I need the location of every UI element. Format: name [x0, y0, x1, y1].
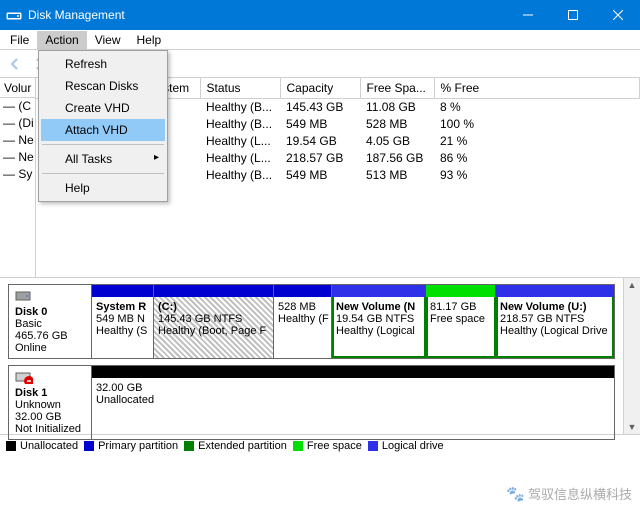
- legend-extended: Extended partition: [184, 440, 287, 452]
- menu-rescan-disks[interactable]: Rescan Disks: [41, 75, 165, 97]
- action-menu-dropdown: Refresh Rescan Disks Create VHD Attach V…: [38, 50, 168, 202]
- disk-row: Disk 1Unknown32.00 GBNot Initialized32.0…: [8, 365, 615, 440]
- partition-color-bar: [274, 285, 331, 297]
- legend-unallocated: Unallocated: [6, 440, 78, 452]
- menu-separator: [42, 144, 164, 145]
- menu-create-vhd[interactable]: Create VHD: [41, 97, 165, 119]
- partition-container: 32.00 GBUnallocated: [92, 366, 614, 439]
- volume-row-name[interactable]: — Ne: [0, 149, 35, 166]
- partition-color-bar: [332, 285, 425, 297]
- partition-color-bar: [92, 285, 153, 297]
- back-button: [4, 53, 26, 75]
- disk-row: Disk 0Basic465.76 GBOnlineSystem R549 MB…: [8, 284, 615, 359]
- legend-primary: Primary partition: [84, 440, 178, 452]
- partition-color-bar: [426, 285, 495, 297]
- partition[interactable]: System R549 MB NHealthy (S: [92, 285, 154, 358]
- partition-color-bar: [92, 366, 614, 378]
- menu-help[interactable]: Help: [41, 177, 165, 199]
- menu-action[interactable]: Action: [37, 31, 86, 49]
- minimize-button[interactable]: [505, 0, 550, 30]
- disk-icon: [15, 370, 33, 384]
- menu-bar: File Action View Help: [0, 30, 640, 50]
- partition[interactable]: 528 MBHealthy (F: [274, 285, 332, 358]
- scroll-up-icon[interactable]: ▲: [626, 278, 639, 292]
- partition[interactable]: 32.00 GBUnallocated: [92, 366, 614, 439]
- col-volume[interactable]: Volur: [0, 78, 35, 98]
- partition-color-bar: [154, 285, 273, 297]
- disk-graphical-pane: Disk 0Basic465.76 GBOnlineSystem R549 MB…: [0, 278, 623, 458]
- legend-logical: Logical drive: [368, 440, 444, 452]
- col-capacity[interactable]: Capacity: [280, 78, 360, 98]
- title-bar: Disk Management: [0, 0, 640, 30]
- partition-container: System R549 MB NHealthy (S(C:)145.43 GB …: [92, 285, 614, 358]
- menu-file[interactable]: File: [2, 31, 37, 49]
- legend-free: Free space: [293, 440, 362, 452]
- volume-name-column: Volur — (C— (Di— Ne— Ne— Sy: [0, 78, 36, 277]
- volume-row-name[interactable]: — (C: [0, 98, 35, 115]
- menu-refresh[interactable]: Refresh: [41, 53, 165, 75]
- close-button[interactable]: [595, 0, 640, 30]
- window-title: Disk Management: [28, 8, 505, 22]
- partition[interactable]: New Volume (U:)218.57 GB NTFSHealthy (Lo…: [496, 285, 614, 358]
- menu-help[interactable]: Help: [129, 31, 170, 49]
- volume-row-name[interactable]: — (Di: [0, 115, 35, 132]
- scrollbar[interactable]: ▲ ▼: [623, 278, 640, 434]
- menu-view[interactable]: View: [87, 31, 129, 49]
- menu-all-tasks[interactable]: All Tasks: [41, 148, 165, 170]
- disk-icon: [15, 289, 33, 303]
- partition[interactable]: (C:)145.43 GB NTFSHealthy (Boot, Page F: [154, 285, 274, 358]
- col-freespace[interactable]: Free Spa...: [360, 78, 434, 98]
- maximize-button[interactable]: [550, 0, 595, 30]
- paw-icon: 🐾: [506, 485, 525, 503]
- volume-row-name[interactable]: — Ne: [0, 132, 35, 149]
- disk-label[interactable]: Disk 1Unknown32.00 GBNot Initialized: [9, 366, 92, 439]
- col-pctfree[interactable]: % Free: [434, 78, 640, 98]
- menu-separator: [42, 173, 164, 174]
- partition[interactable]: 81.17 GBFree space: [426, 285, 496, 358]
- watermark: 🐾 驾驭信息纵横科技: [506, 484, 632, 503]
- col-status[interactable]: Status: [200, 78, 280, 98]
- app-icon: [6, 7, 22, 23]
- volume-row-name[interactable]: — Sy: [0, 166, 35, 183]
- partition-color-bar: [496, 285, 614, 297]
- scroll-down-icon[interactable]: ▼: [626, 420, 639, 434]
- menu-attach-vhd[interactable]: Attach VHD: [41, 119, 165, 141]
- disk-label[interactable]: Disk 0Basic465.76 GBOnline: [9, 285, 92, 358]
- partition[interactable]: New Volume (N19.54 GB NTFSHealthy (Logic…: [332, 285, 426, 358]
